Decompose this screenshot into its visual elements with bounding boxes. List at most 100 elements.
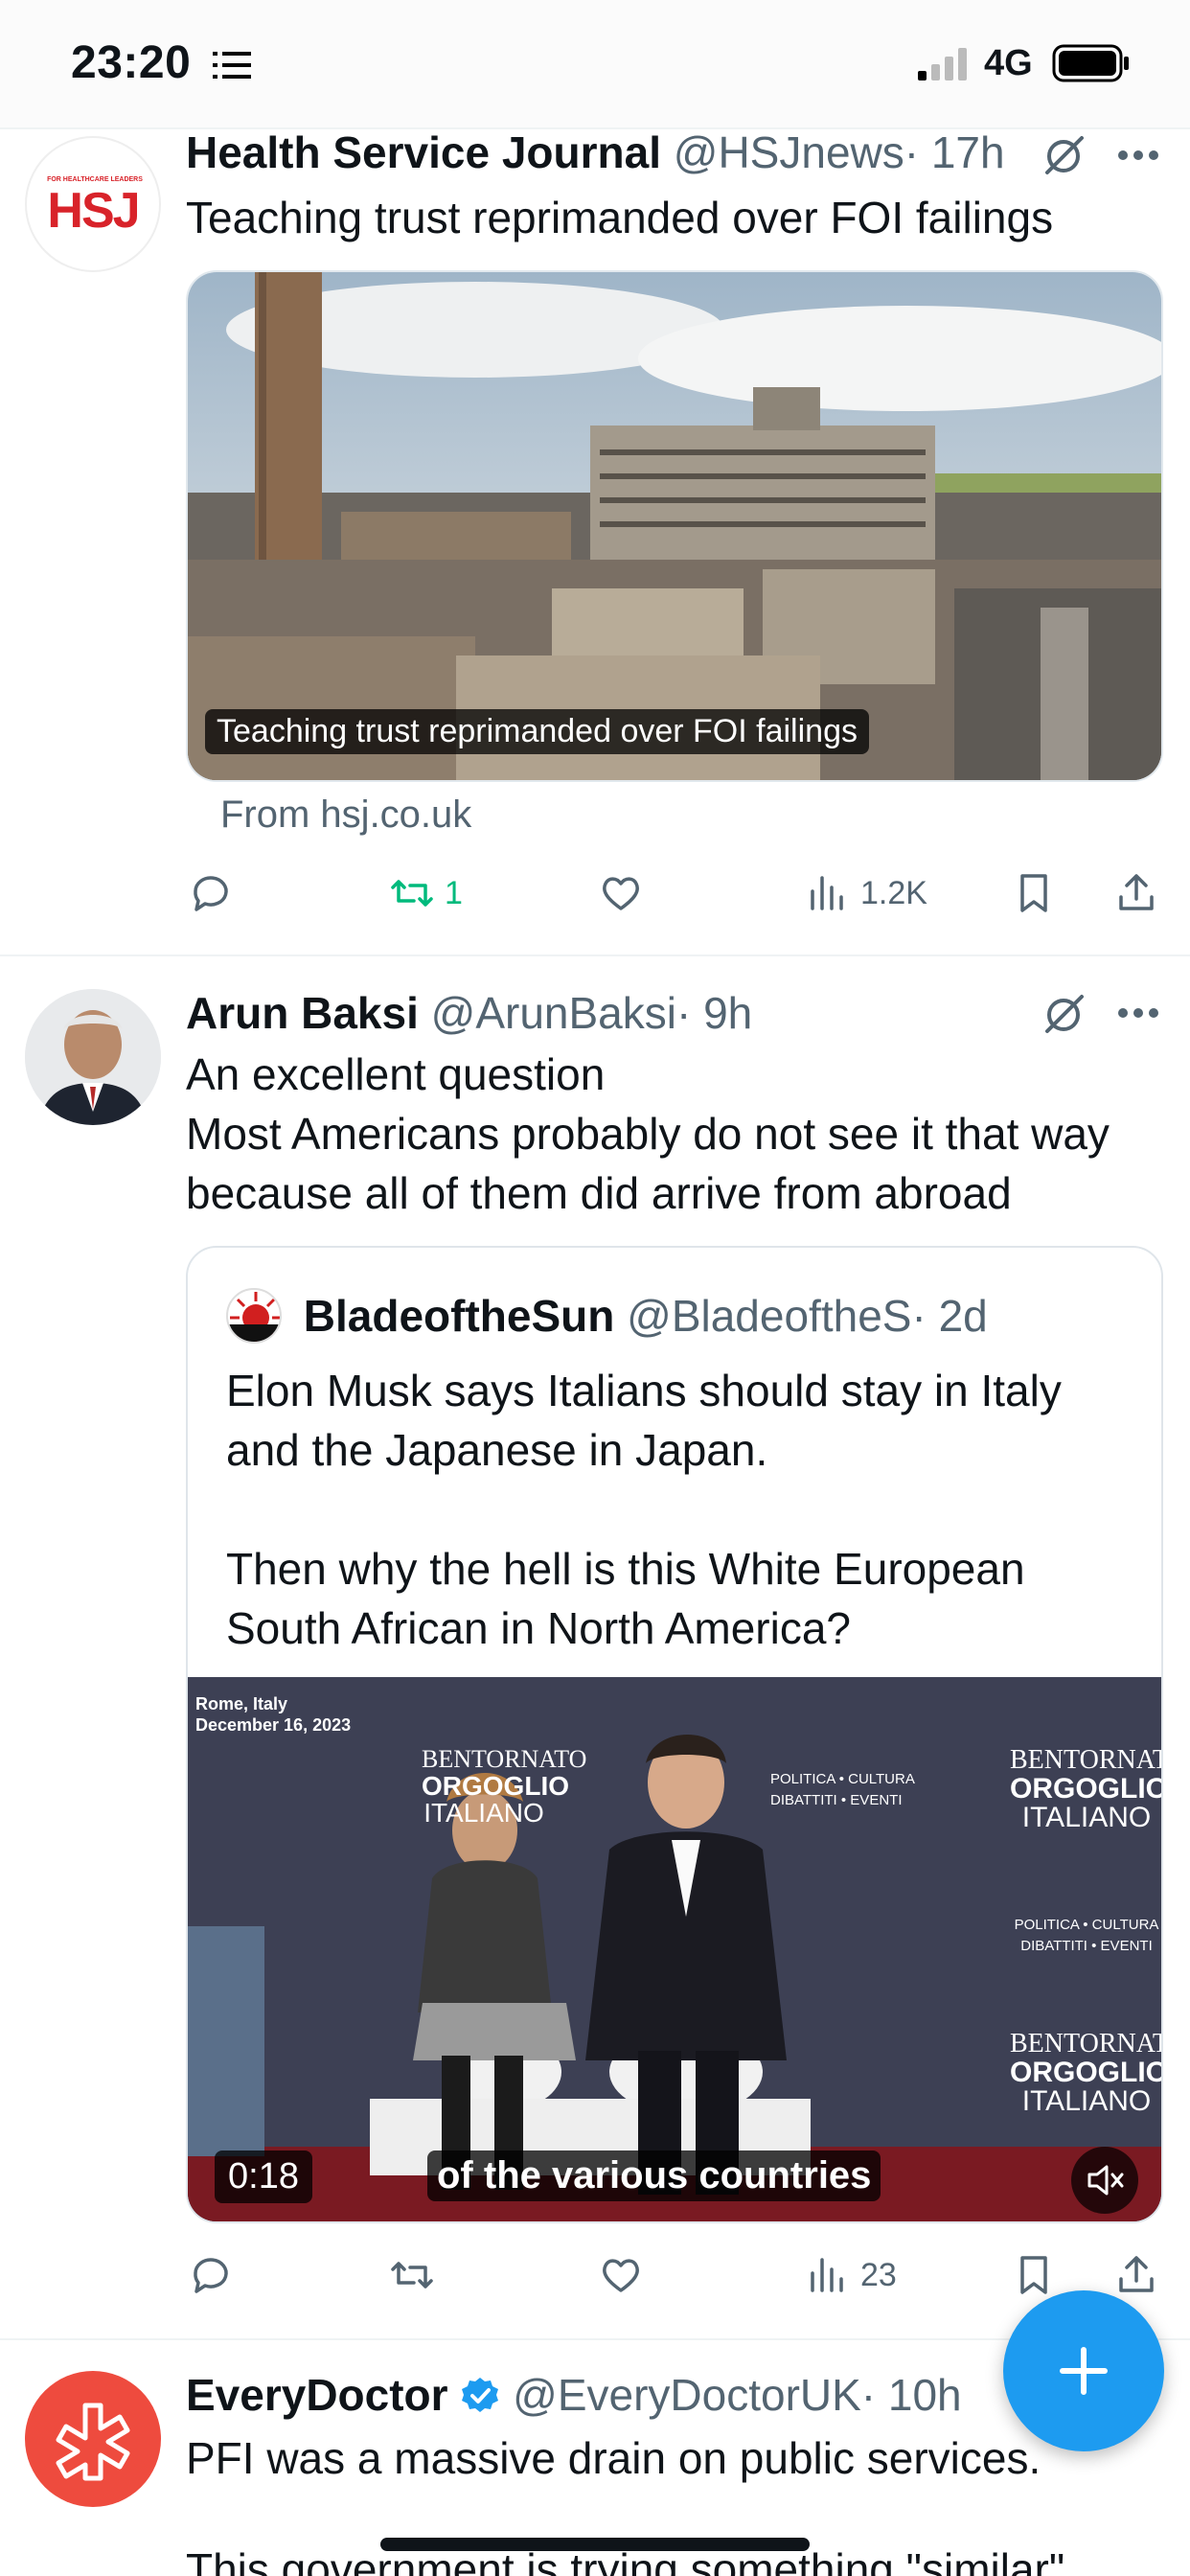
author-handle[interactable]: @EveryDoctorUK bbox=[513, 2370, 861, 2420]
repost-button[interactable]: 1 bbox=[389, 869, 463, 917]
hospital-photo bbox=[188, 272, 1161, 780]
tagline-line: DIBATTITI • EVENTI bbox=[770, 1792, 903, 1808]
tagline-line: POLITICA • CULTURA bbox=[770, 1771, 915, 1787]
video-location: Rome, Italy bbox=[195, 1694, 288, 1714]
video-duration: 0:18 bbox=[215, 2150, 312, 2203]
views-button[interactable]: 23 bbox=[805, 2251, 897, 2299]
like-button[interactable] bbox=[598, 2251, 644, 2299]
compose-icon bbox=[1060, 2347, 1108, 2395]
grok-icon[interactable] bbox=[1041, 991, 1086, 1035]
tagline-line: POLITICA • CULTURA bbox=[1014, 1917, 1159, 1933]
brand-line: ITALIANO bbox=[423, 1798, 544, 1828]
tweet-header: Arun Baksi @ArunBaksi· 9h bbox=[186, 987, 752, 1039]
video-brand-right-lower: BENTORNATO ORGOGLIO ITALIANO bbox=[1010, 2029, 1163, 2117]
battery-icon bbox=[1052, 44, 1129, 82]
views-icon bbox=[811, 876, 843, 910]
more-icon[interactable] bbox=[1117, 150, 1159, 161]
brand-line: ITALIANO bbox=[1021, 2085, 1152, 2117]
video-brand-right: BENTORNATO ORGOGLIO ITALIANO bbox=[1010, 1745, 1163, 1833]
author-name[interactable]: EveryDoctor bbox=[186, 2370, 448, 2420]
sun-logo-icon bbox=[228, 1291, 280, 1342]
verified-icon bbox=[462, 2378, 499, 2412]
share-button[interactable] bbox=[1113, 2251, 1159, 2299]
like-button[interactable] bbox=[598, 869, 644, 917]
quote-author-handle[interactable]: @BladeoftheS bbox=[627, 1291, 911, 1341]
views-count: 23 bbox=[860, 2256, 897, 2293]
avatar-photo bbox=[25, 989, 161, 1125]
tweet-text-line: because all of them did arrive from abro… bbox=[186, 1168, 1012, 1218]
signal-icon bbox=[918, 48, 967, 80]
brand-line: BENTORNATO bbox=[1010, 2029, 1161, 2058]
home-indicator[interactable] bbox=[380, 2538, 810, 2551]
author-name[interactable]: Arun Baksi bbox=[186, 988, 419, 1038]
divider bbox=[0, 954, 1190, 956]
status-bar: 23:20 4G bbox=[0, 0, 1190, 127]
brand-line: ORGOGLIO bbox=[1010, 2057, 1163, 2088]
views-icon bbox=[811, 2258, 843, 2292]
author-handle[interactable]: @ArunBaksi bbox=[431, 988, 676, 1038]
tweet-age: · 9h bbox=[676, 988, 753, 1038]
tweet-age: · 17h bbox=[904, 127, 1005, 177]
avatar[interactable] bbox=[25, 989, 161, 1125]
medical-star-icon bbox=[56, 2403, 130, 2481]
repost-count: 1 bbox=[445, 874, 463, 911]
tweet-header: Health Service Journal @HSJnews· 17h bbox=[186, 126, 1005, 178]
avatar-logo-text: HSJ bbox=[47, 183, 140, 239]
video-tagline: POLITICA • CULTURA DIBATTITI • EVENTI bbox=[1010, 1915, 1161, 1957]
quote-age: · 2d bbox=[911, 1290, 988, 1341]
video-tagline-mid: POLITICA • CULTURA DIBATTITI • EVENTI bbox=[770, 1769, 924, 1811]
link-card-caption: Teaching trust reprimanded over FOI fail… bbox=[205, 709, 869, 754]
quote-author-name[interactable]: BladeoftheSun bbox=[304, 1291, 615, 1341]
video-date: December 16, 2023 bbox=[195, 1715, 352, 1735]
reply-icon bbox=[194, 2258, 228, 2293]
like-icon bbox=[603, 877, 639, 910]
video-player[interactable]: Rome, Italy December 16, 2023 BENTORNATO… bbox=[188, 1677, 1163, 2221]
views-count: 1.2K bbox=[860, 874, 927, 911]
brand-line: BENTORNATO bbox=[422, 1745, 587, 1773]
reply-icon bbox=[194, 876, 228, 911]
reply-button[interactable] bbox=[188, 2251, 234, 2299]
repost-button[interactable] bbox=[389, 2251, 435, 2299]
brand-line: ORGOGLIO bbox=[1010, 1773, 1163, 1805]
video-subtitle: of the various countries bbox=[427, 2150, 881, 2201]
share-icon bbox=[1119, 2256, 1154, 2292]
like-icon bbox=[603, 2259, 639, 2292]
quote-header: BladeoftheSun @BladeoftheS· 2d bbox=[226, 1286, 988, 1344]
brand-line: BENTORNATO bbox=[1010, 1745, 1161, 1775]
tweet-text: PFI was a massive drain on public servic… bbox=[186, 2433, 1041, 2483]
grok-icon[interactable] bbox=[1041, 132, 1086, 176]
author-name[interactable]: Health Service Journal bbox=[186, 127, 661, 177]
repost-icon bbox=[391, 880, 433, 907]
quote-text: Elon Musk says Italians should stay in I… bbox=[226, 1366, 1062, 1653]
views-button[interactable]: 1.2K bbox=[805, 869, 927, 917]
share-icon bbox=[1119, 874, 1154, 910]
share-button[interactable] bbox=[1113, 869, 1159, 917]
network-label: 4G bbox=[984, 43, 1033, 83]
tagline-line: DIBATTITI • EVENTI bbox=[1020, 1938, 1153, 1954]
author-handle[interactable]: @HSJnews bbox=[674, 127, 904, 177]
status-time: 23:20 bbox=[71, 37, 192, 88]
bookmark-icon bbox=[1020, 2256, 1047, 2294]
tweet-text-line: An excellent question bbox=[186, 1049, 606, 1099]
link-card-image[interactable]: Teaching trust reprimanded over FOI fail… bbox=[186, 270, 1163, 782]
video-brand-left: BENTORNATO ORGOGLIO ITALIANO bbox=[422, 1745, 587, 1828]
repost-icon bbox=[391, 2262, 433, 2288]
brand-line: ORGOGLIO bbox=[422, 1771, 569, 1801]
compose-button[interactable] bbox=[1003, 2290, 1164, 2451]
list-icon bbox=[213, 52, 251, 79]
bookmark-button[interactable] bbox=[1011, 2251, 1057, 2299]
more-icon[interactable] bbox=[1117, 1007, 1159, 1019]
reply-button[interactable] bbox=[188, 869, 234, 917]
bookmark-button[interactable] bbox=[1011, 869, 1057, 917]
brand-line: ITALIANO bbox=[1021, 1802, 1152, 1833]
link-source[interactable]: From hsj.co.uk bbox=[220, 794, 471, 837]
mute-icon bbox=[1087, 2165, 1124, 2196]
tweet-text-line: Most Americans probably do not see it th… bbox=[186, 1109, 1110, 1159]
tweet-text: Teaching trust reprimanded over FOI fail… bbox=[186, 193, 1054, 242]
avatar[interactable]: FOR HEALTHCARE LEADERS HSJ bbox=[25, 136, 161, 272]
mute-button[interactable] bbox=[1071, 2147, 1138, 2214]
tweet-age: · 10h bbox=[860, 2370, 962, 2420]
quote-avatar bbox=[226, 1287, 282, 1344]
quoted-tweet[interactable]: BladeoftheSun @BladeoftheS· 2d Elon Musk… bbox=[186, 1246, 1163, 2223]
avatar[interactable] bbox=[25, 2371, 161, 2507]
